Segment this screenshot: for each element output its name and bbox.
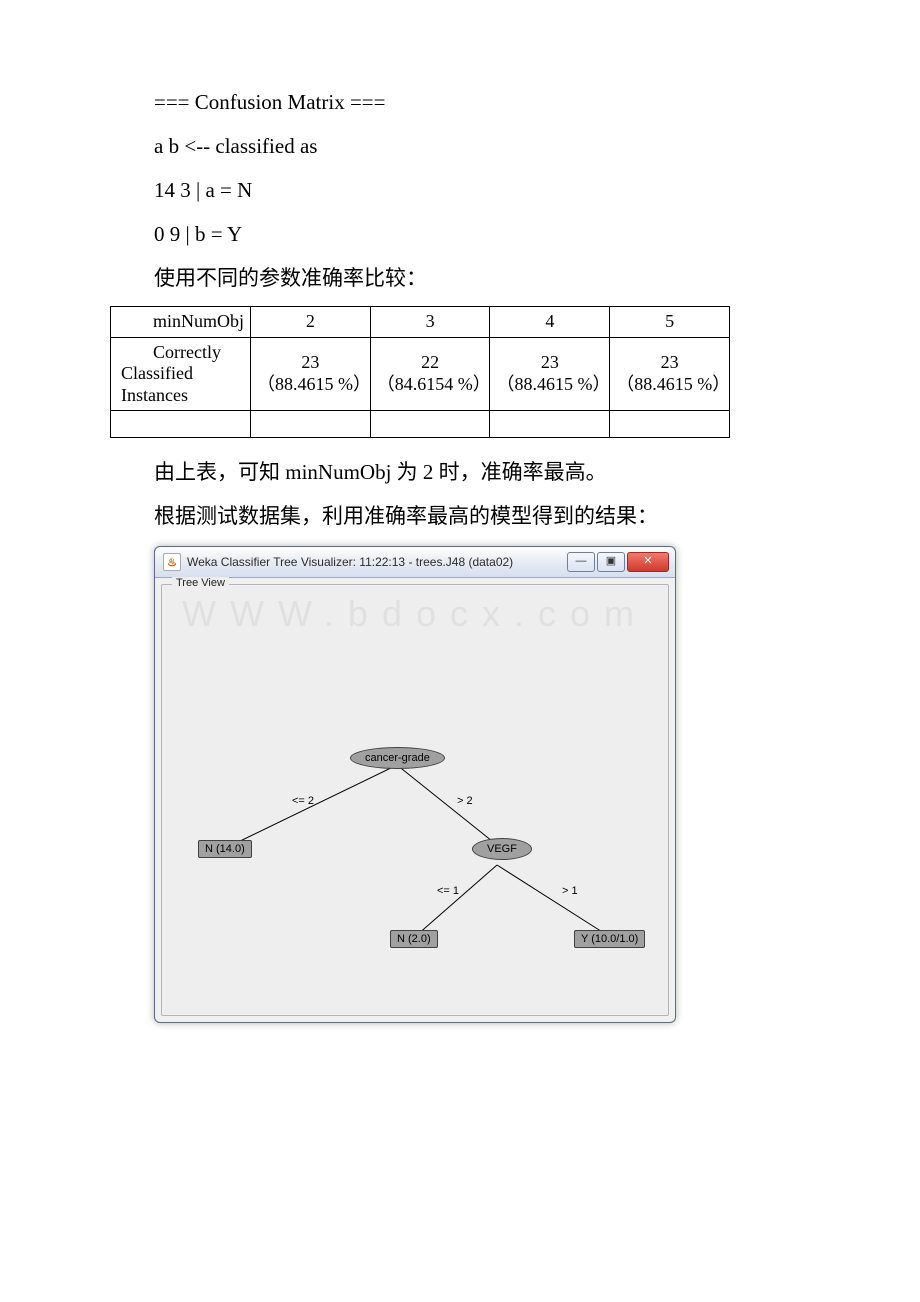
param-compare-intro: 使用不同的参数准确率比较：: [110, 256, 810, 300]
tree-leaf-y10[interactable]: Y (10.0/1.0): [574, 930, 645, 948]
panel-label: Tree View: [172, 577, 229, 589]
confusion-header: === Confusion Matrix ===: [110, 80, 810, 124]
tree-view-panel[interactable]: Tree View WWW.bdocx.com cancer-grade <= …: [161, 584, 669, 1016]
cell-5: 23 （88.4615 %）: [610, 337, 730, 411]
tree-edges: [162, 615, 667, 1015]
col-2: 2: [251, 307, 371, 338]
close-button[interactable]: ✕: [627, 552, 669, 572]
cell-2: 23 （88.4615 %）: [251, 337, 371, 411]
tree-leaf-n14[interactable]: N (14.0): [198, 840, 252, 858]
cell-4-pct: （88.4615 %）: [496, 374, 610, 394]
cell-3-count: 22: [421, 352, 439, 372]
cell-4-count: 23: [541, 352, 559, 372]
cell-5-pct: （88.4615 %）: [616, 374, 730, 394]
maximize-button[interactable]: ▣: [597, 552, 625, 572]
cell-3: 22 （84.6154 %）: [370, 337, 490, 411]
param-compare-table: minNumObj 2 3 4 5 Correctly Classified I…: [110, 306, 730, 438]
conclusion-1: 由上表，可知 minNumObj 为 2 时，准确率最高。: [110, 450, 810, 494]
edge-vegf-right: > 1: [562, 885, 578, 897]
window-buttons: — ▣ ✕: [567, 552, 669, 572]
java-icon: ♨: [163, 553, 181, 571]
col-minnumobj-label: minNumObj: [121, 311, 244, 333]
col-minnumobj: minNumObj: [111, 307, 251, 338]
cell-2-count: 23: [301, 352, 319, 372]
confusion-row-b: 0 9 | b = Y: [110, 212, 810, 256]
cell-5-count: 23: [661, 352, 679, 372]
table-empty-row: [111, 411, 730, 438]
row-label: Correctly Classified Instances: [121, 342, 244, 407]
edge-vegf-left: <= 1: [437, 885, 459, 897]
edge-root-left: <= 2: [292, 795, 314, 807]
table-header-row: minNumObj 2 3 4 5: [111, 307, 730, 338]
col-3: 3: [370, 307, 490, 338]
col-5: 5: [610, 307, 730, 338]
minimize-button[interactable]: —: [567, 552, 595, 572]
conclusion-2: 根据测试数据集，利用准确率最高的模型得到的结果：: [110, 494, 810, 538]
weka-window: ♨ Weka Classifier Tree Visualizer: 11:22…: [154, 546, 676, 1023]
cell-3-pct: （84.6154 %）: [377, 374, 491, 394]
window-titlebar[interactable]: ♨ Weka Classifier Tree Visualizer: 11:22…: [155, 547, 675, 578]
tree-leaf-n2[interactable]: N (2.0): [390, 930, 438, 948]
edge-root-right: > 2: [457, 795, 473, 807]
cell-4: 23 （88.4615 %）: [490, 337, 610, 411]
cell-2-pct: （88.4615 %）: [257, 374, 371, 394]
table-data-row: Correctly Classified Instances 23 （88.46…: [111, 337, 730, 411]
row-correctly-classified: Correctly Classified Instances: [111, 337, 251, 411]
window-title: Weka Classifier Tree Visualizer: 11:22:1…: [187, 555, 567, 569]
col-4: 4: [490, 307, 610, 338]
page: === Confusion Matrix === a b <-- classif…: [0, 0, 920, 1063]
confusion-legend: a b <-- classified as: [110, 124, 810, 168]
confusion-row-a: 14 3 | a = N: [110, 168, 810, 212]
